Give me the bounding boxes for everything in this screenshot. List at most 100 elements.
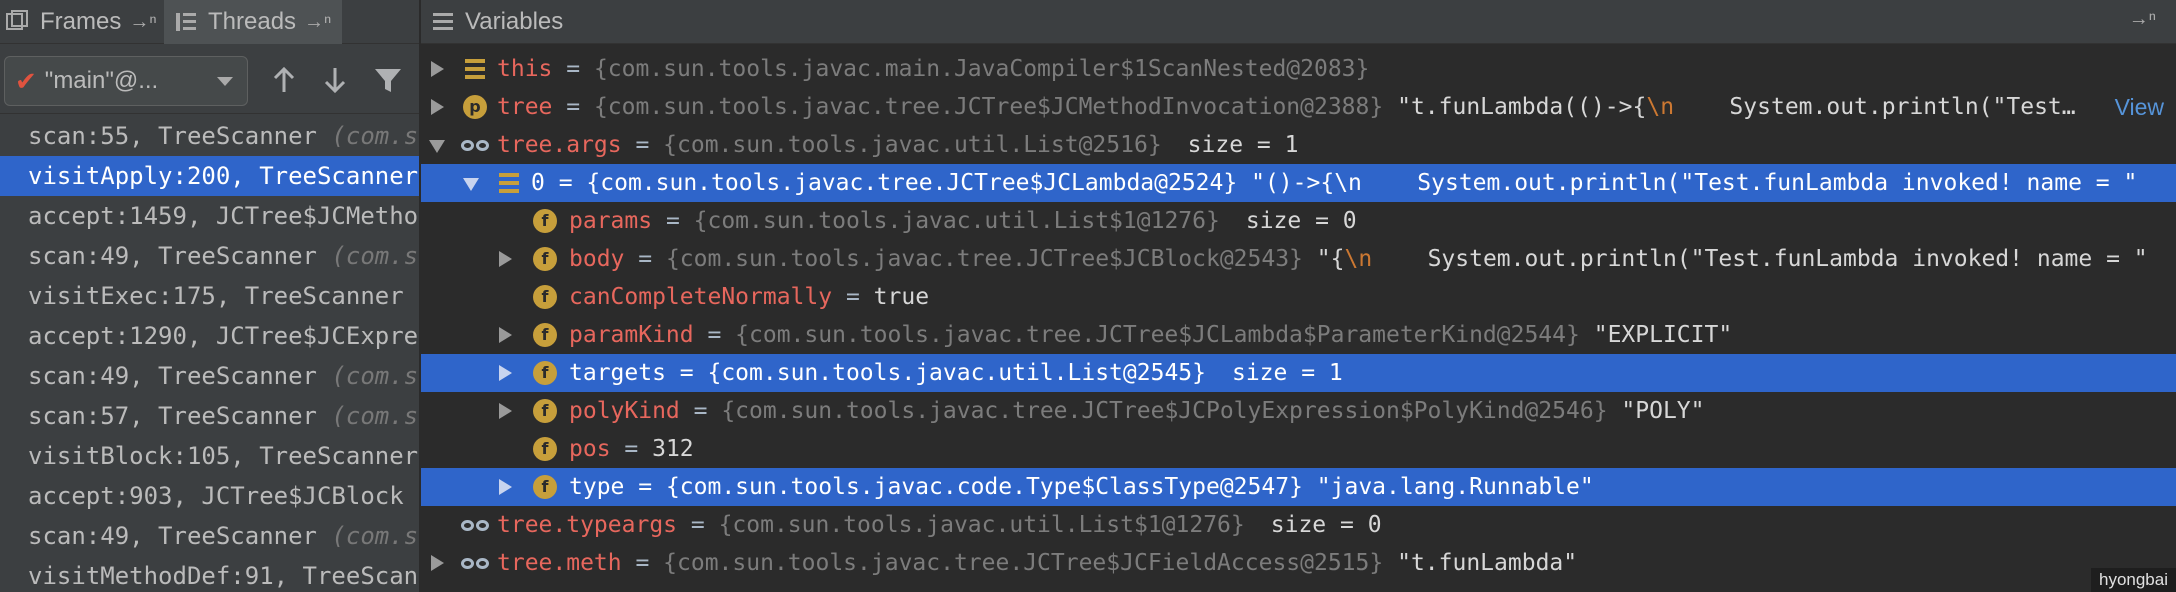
collapse-arrow-icon[interactable] (463, 178, 479, 191)
variable-row-params[interactable]: f params = {com.sun.tools.javac.util.Lis… (421, 202, 2176, 240)
variable-ref: {com.sun.tools.javac.tree.JCTree$JCLambd… (735, 322, 1580, 348)
variable-row-paramkind[interactable]: f paramKind = {com.sun.tools.javac.tree.… (421, 316, 2176, 354)
expand-arrow-icon[interactable] (499, 365, 512, 381)
list-item[interactable]: accept:1459, JCTree$JCMethod (0, 196, 420, 236)
expand-arrow-icon[interactable] (431, 61, 444, 77)
escape-sequence: \n (1646, 94, 1675, 120)
frame-method: visitMethodDef:91, TreeScann (28, 562, 420, 590)
variable-text: pos = 312 (569, 430, 694, 468)
array-element-icon (497, 171, 521, 195)
variable-string: "t.funLambda(()->{ (1397, 94, 1647, 120)
pin-icon[interactable]: →ⁿ (129, 11, 156, 34)
list-item[interactable]: scan:57, TreeScanner (com.su (0, 396, 419, 436)
field-icon: f (533, 399, 557, 423)
variable-ref: {com.sun.tools.javac.code.Type$ClassType… (665, 474, 1303, 500)
variable-ref: {com.sun.tools.javac.util.List@2545} (707, 360, 1206, 386)
escape-sequence: \n (1334, 170, 1362, 196)
frames-list: scan:55, TreeScanner (com.su visitApply:… (0, 116, 420, 592)
frame-method: visitBlock:105, TreeScanner (28, 442, 419, 470)
expand-arrow-icon[interactable] (499, 403, 512, 419)
list-item[interactable]: visitExec:175, TreeScanner ( (0, 276, 419, 316)
variable-row-tree-args[interactable]: tree.args = {com.sun.tools.javac.util.Li… (421, 126, 2176, 164)
arrow-down-icon[interactable] (317, 62, 353, 98)
list-item[interactable]: accept:903, JCTree$JCBlock ( (0, 476, 419, 516)
variable-row-item-0[interactable]: 0 = {com.sun.tools.javac.tree.JCTree$JCL… (421, 164, 2176, 202)
list-item[interactable]: scan:55, TreeScanner (com.su (0, 116, 419, 156)
list-item[interactable]: scan:49, TreeScanner (com.su (0, 516, 419, 556)
variable-row-this[interactable]: this = {com.sun.tools.javac.main.JavaCom… (421, 50, 2176, 88)
variable-string: "POLY" (1621, 398, 1705, 424)
frame-method: visitExec:175, TreeScanner (28, 282, 404, 310)
filter-icon[interactable] (370, 62, 406, 98)
thread-selector[interactable]: ✔ "main"@... (4, 56, 248, 106)
variable-string: "{ (1316, 246, 1345, 272)
variables-tree: this = {com.sun.tools.javac.main.JavaCom… (421, 50, 2176, 582)
variable-name: canCompleteNormally (569, 284, 833, 310)
variable-text: tree = {com.sun.tools.javac.tree.JCTree$… (497, 88, 2076, 126)
list-item[interactable]: scan:49, TreeScanner (com.su (0, 356, 419, 396)
equals-sign: = (610, 436, 653, 462)
expand-arrow-icon[interactable] (431, 555, 444, 571)
variable-ref: {com.sun.tools.javac.util.List$1@1276} (718, 512, 1245, 538)
list-item[interactable]: accept:1290, JCTree$JCExpres (0, 316, 419, 356)
watch-icon (461, 551, 491, 575)
escape-sequence: \n (1344, 246, 1373, 272)
variables-panel: Variables →ⁿ this = {com.sun.tools.javac… (421, 0, 2176, 592)
variable-row-type[interactable]: f type = {com.sun.tools.javac.code.Type$… (421, 468, 2176, 506)
watch-icon (461, 513, 491, 537)
tab-threads[interactable]: Threads →ⁿ (164, 0, 342, 44)
view-link[interactable]: View (2110, 88, 2164, 126)
frame-class: (com.su (331, 522, 419, 550)
variable-row-tree-typeargs[interactable]: tree.typeargs = {com.sun.tools.javac.uti… (421, 506, 2176, 544)
field-icon: f (533, 247, 557, 271)
variable-row-targets[interactable]: f targets = {com.sun.tools.javac.util.Li… (421, 354, 2176, 392)
variable-name: body (569, 246, 625, 272)
variable-name: pos (569, 436, 611, 462)
frame-method: scan:49, TreeScanner (28, 522, 317, 550)
frames-icon (6, 10, 30, 34)
tab-threads-label: Threads (208, 8, 297, 35)
frame-class: (com.su (331, 122, 419, 150)
equals-sign: = (621, 132, 664, 158)
variable-name: tree.meth (497, 550, 622, 576)
chevron-down-icon (217, 77, 233, 86)
variable-row-pos[interactable]: f pos = 312 (421, 430, 2176, 468)
expand-arrow-icon[interactable] (499, 327, 512, 343)
variable-row-body[interactable]: f body = {com.sun.tools.javac.tree.JCTre… (421, 240, 2176, 278)
equals-sign: = (693, 322, 736, 348)
variable-text: tree.args = {com.sun.tools.javac.util.Li… (497, 126, 1298, 164)
variable-text: type = {com.sun.tools.javac.code.Type$Cl… (569, 468, 1594, 506)
variable-row-polykind[interactable]: f polyKind = {com.sun.tools.javac.tree.J… (421, 392, 2176, 430)
field-icon: f (533, 437, 557, 461)
variable-name: polyKind (569, 398, 680, 424)
expand-arrow-icon[interactable] (499, 251, 512, 267)
pin-icon[interactable]: →ⁿ (2129, 8, 2156, 31)
variable-row-tree[interactable]: p tree = {com.sun.tools.javac.tree.JCTre… (421, 88, 2176, 126)
expand-arrow-icon[interactable] (431, 99, 444, 115)
variable-ref: {com.sun.tools.javac.main.JavaCompiler$1… (593, 56, 1370, 82)
variable-row-cancompletenormally[interactable]: f canCompleteNormally = true (421, 278, 2176, 316)
variable-row-tree-meth[interactable]: tree.meth = {com.sun.tools.javac.tree.JC… (421, 544, 2176, 582)
frame-method: scan:57, TreeScanner (28, 402, 317, 430)
variable-name: tree (497, 94, 553, 120)
frames-threads-tabbar: Frames →ⁿ Threads →ⁿ (0, 0, 419, 44)
variable-name: this (497, 56, 553, 82)
parameter-icon: p (463, 95, 487, 119)
list-item[interactable]: visitBlock:105, TreeScanner (0, 436, 419, 476)
arrow-up-icon[interactable] (266, 62, 302, 98)
equals-sign: = (552, 56, 594, 82)
field-icon: f (533, 323, 557, 347)
list-item[interactable]: visitMethodDef:91, TreeScann (0, 556, 420, 592)
expand-arrow-icon[interactable] (499, 479, 512, 495)
tab-frames[interactable]: Frames →ⁿ (0, 0, 162, 44)
variable-text: params = {com.sun.tools.javac.util.List$… (569, 202, 1357, 240)
variable-string: System.out.println("Test… (1674, 94, 2076, 120)
list-item[interactable]: scan:49, TreeScanner (com.su (0, 236, 419, 276)
check-icon: ✔ (15, 65, 37, 96)
list-item[interactable]: visitApply:200, TreeScanner (0, 156, 419, 196)
frame-method: accept:1459, JCTree$JCMethod (28, 202, 420, 230)
variable-ref: {com.sun.tools.javac.tree.JCTree$JCBlock… (665, 246, 1303, 272)
collapse-arrow-icon[interactable] (429, 140, 445, 153)
watermark: hyongbai (2090, 568, 2176, 592)
pin-icon[interactable]: →ⁿ (304, 11, 331, 34)
